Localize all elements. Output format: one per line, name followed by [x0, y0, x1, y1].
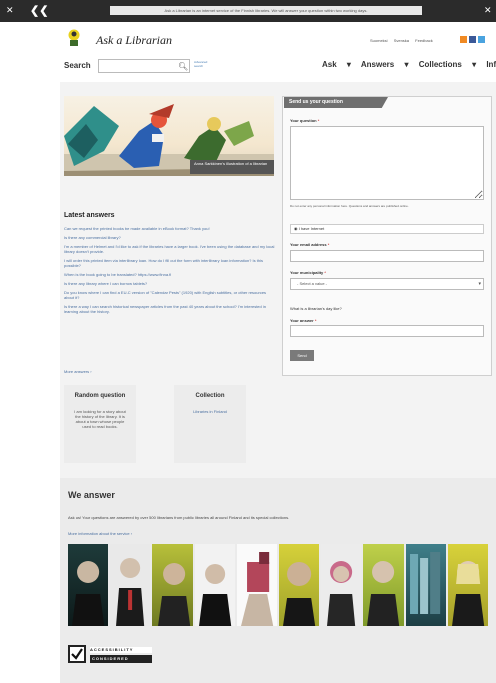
- accessibility-badge[interactable]: ACCESSIBILITY CONSIDERED: [68, 645, 154, 665]
- nav-answers-label: Answers: [360, 60, 395, 69]
- social-links: [460, 36, 486, 44]
- email-field[interactable]: [290, 250, 484, 262]
- answer-field[interactable]: [290, 325, 484, 337]
- list-item[interactable]: When is the book going to be translated?…: [64, 272, 276, 277]
- list-item[interactable]: Is there any commercial library?: [64, 235, 276, 240]
- notice-text: Ask a Librarian is an internet service o…: [110, 6, 422, 15]
- list-item[interactable]: Is there a way I can search historical n…: [64, 304, 276, 314]
- list-item[interactable]: I will order this printed item via inter…: [64, 258, 276, 268]
- list-item[interactable]: Is there any library where I can borrow …: [64, 281, 276, 286]
- we-answer-text: Ask us! Your questions are answered by o…: [68, 515, 290, 520]
- answer-label: Your answer *: [290, 318, 316, 323]
- site-header: [60, 22, 496, 82]
- hero-caption: Anna Sarkkinen's illustration of a libra…: [190, 160, 274, 174]
- random-question-title: Random question: [74, 393, 126, 399]
- search-input[interactable]: [98, 59, 190, 73]
- librarian-logo-icon[interactable]: [67, 29, 81, 47]
- language-links: Suomeksi Svenska Feedback: [370, 38, 438, 43]
- accessibility-line2: CONSIDERED: [90, 655, 152, 663]
- municipality-label: Your municipality *: [290, 270, 326, 275]
- top-notice-bar: ✕ ❮❮ Ask a Librarian is an internet serv…: [0, 0, 496, 22]
- random-question-text[interactable]: I am looking for a story about the histo…: [73, 409, 127, 429]
- send-button[interactable]: Send: [290, 350, 314, 361]
- nav-info-label: Info: [486, 60, 496, 69]
- list-item[interactable]: Can we request the printed books be made…: [64, 226, 276, 231]
- list-item[interactable]: I'm a member of Helmet and I'd like to a…: [64, 244, 276, 254]
- municipality-select[interactable]: - Select a value - ▾: [290, 278, 484, 290]
- librarian-photo: [110, 544, 151, 626]
- list-item[interactable]: Do you know where I can find a EU-C vers…: [64, 290, 276, 300]
- nav-collections-label: Collections: [418, 60, 462, 69]
- check-question-label: What is a librarian's day like?: [290, 306, 342, 311]
- librarian-photo-strip: [68, 544, 489, 626]
- privacy-note: Do not enter any personal information he…: [290, 204, 409, 208]
- librarian-photo: [68, 544, 109, 626]
- question-textarea[interactable]: [290, 126, 484, 200]
- email-label-text: Your email address: [290, 242, 327, 247]
- site-title[interactable]: Ask a Librarian: [96, 33, 172, 48]
- librarian-photo: [405, 544, 446, 626]
- random-question-box[interactable]: Random question I am looking for a story…: [64, 385, 136, 463]
- checkmark-icon: [68, 645, 86, 663]
- nav-ask[interactable]: Ask ▾: [322, 60, 351, 69]
- internet-radio[interactable]: ◉ I have Internet: [290, 224, 484, 234]
- link-feedback[interactable]: Feedback: [415, 38, 433, 43]
- nav-ask-label: Ask: [322, 60, 337, 69]
- librarian-photo: [447, 544, 489, 626]
- librarian-photo: [236, 544, 278, 626]
- answer-label-text: Your answer: [290, 318, 314, 323]
- municipality-select-value: - Select a value -: [297, 281, 328, 286]
- rss-icon[interactable]: [460, 36, 467, 43]
- advanced-search-link[interactable]: Advanced search: [194, 60, 210, 68]
- twitter-icon[interactable]: [478, 36, 486, 43]
- nav-info[interactable]: Info ▾: [486, 60, 496, 69]
- we-answer-more-link[interactable]: More information about the service ›: [68, 531, 132, 536]
- more-answers-label: More answers: [64, 369, 90, 374]
- search-label: Search: [64, 61, 91, 70]
- municipality-label-text: Your municipality: [290, 270, 324, 275]
- back-icon[interactable]: ✕: [6, 5, 14, 16]
- nav-collections[interactable]: Collections ▾: [419, 60, 476, 69]
- required-marker: *: [317, 118, 320, 123]
- latest-answers-heading: Latest answers: [64, 212, 115, 219]
- librarian-photo: [152, 544, 193, 626]
- collection-link[interactable]: Libraries in Finland: [174, 409, 246, 414]
- nav-answers[interactable]: Answers ▾: [361, 60, 409, 69]
- email-label: Your email address *: [290, 242, 329, 247]
- question-label-text: Your question: [290, 118, 317, 123]
- brand-logo[interactable]: ❮❮: [30, 4, 74, 18]
- required-marker: *: [327, 242, 330, 247]
- facebook-icon[interactable]: [469, 36, 477, 43]
- collection-box: Collection Libraries in Finland: [174, 385, 246, 463]
- we-answer-more-label: More information about the service: [68, 531, 130, 536]
- question-label: Your question *: [290, 118, 319, 123]
- internet-radio-label: I have Internet: [298, 226, 325, 231]
- librarian-photo: [321, 544, 362, 626]
- librarian-photo: [194, 544, 235, 626]
- search-icon[interactable]: 🔍︎: [178, 62, 188, 71]
- accessibility-line1: ACCESSIBILITY: [90, 647, 152, 653]
- collection-title: Collection: [195, 393, 225, 399]
- required-marker: *: [324, 270, 326, 275]
- main-navigation: Ask ▾ Answers ▾ Collections ▾ Info ▾: [322, 60, 496, 69]
- librarian-photo: [363, 544, 404, 626]
- chevron-down-icon: ▾: [478, 281, 481, 287]
- link-suomeksi[interactable]: Suomeksi: [370, 38, 388, 43]
- latest-answers-list: Can we request the printed books be made…: [64, 226, 276, 318]
- librarian-photo: [279, 544, 320, 626]
- we-answer-title: We answer: [68, 490, 115, 500]
- link-svenska[interactable]: Svenska: [394, 38, 409, 43]
- required-marker: *: [314, 318, 317, 323]
- more-answers-link[interactable]: More answers ›: [64, 369, 92, 374]
- close-notice-icon[interactable]: ✕: [484, 5, 492, 16]
- form-heading: Send us your question: [284, 97, 388, 108]
